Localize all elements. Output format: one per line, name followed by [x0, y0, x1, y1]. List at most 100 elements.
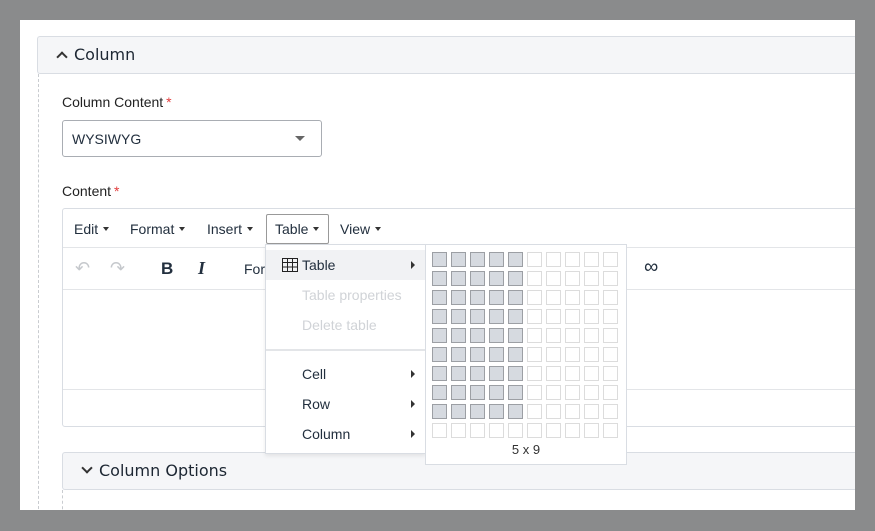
- menu-item-table[interactable]: Table: [266, 250, 425, 280]
- table-grid-cell[interactable]: [546, 290, 561, 305]
- table-grid-cell[interactable]: [603, 252, 618, 267]
- table-grid-cell[interactable]: [508, 385, 523, 400]
- table-grid-cell[interactable]: [565, 423, 580, 438]
- table-grid-cell[interactable]: [565, 290, 580, 305]
- table-grid-cell[interactable]: [603, 385, 618, 400]
- table-grid-cell[interactable]: [603, 271, 618, 286]
- table-grid-cell[interactable]: [470, 404, 485, 419]
- table-grid-cell[interactable]: [451, 385, 466, 400]
- table-grid-cell[interactable]: [432, 347, 447, 362]
- table-grid-cell[interactable]: [451, 366, 466, 381]
- italic-button[interactable]: I: [198, 258, 205, 279]
- table-grid-cell[interactable]: [470, 328, 485, 343]
- table-grid-cell[interactable]: [508, 290, 523, 305]
- table-grid-cell[interactable]: [584, 423, 599, 438]
- table-grid-cell[interactable]: [603, 347, 618, 362]
- table-grid-cell[interactable]: [432, 271, 447, 286]
- table-grid-cell[interactable]: [451, 347, 466, 362]
- table-grid-cell[interactable]: [565, 404, 580, 419]
- menu-table[interactable]: Table: [266, 214, 329, 244]
- table-grid-cell[interactable]: [527, 290, 542, 305]
- table-grid-cell[interactable]: [546, 385, 561, 400]
- table-grid-cell[interactable]: [489, 347, 504, 362]
- table-grid-cell[interactable]: [584, 328, 599, 343]
- table-grid-cell[interactable]: [470, 290, 485, 305]
- table-grid-cell[interactable]: [546, 328, 561, 343]
- table-grid-cell[interactable]: [546, 309, 561, 324]
- table-grid-cell[interactable]: [584, 271, 599, 286]
- table-grid-cell[interactable]: [451, 404, 466, 419]
- menu-format[interactable]: Format: [122, 214, 193, 244]
- table-grid-cell[interactable]: [451, 290, 466, 305]
- menu-item-column[interactable]: Column: [266, 419, 425, 449]
- table-grid-cell[interactable]: [565, 328, 580, 343]
- table-grid-cell[interactable]: [508, 328, 523, 343]
- table-grid-cell[interactable]: [470, 309, 485, 324]
- table-grid-cell[interactable]: [451, 309, 466, 324]
- table-grid-cell[interactable]: [470, 366, 485, 381]
- table-grid-cell[interactable]: [584, 290, 599, 305]
- table-grid-cell[interactable]: [489, 252, 504, 267]
- table-grid-cell[interactable]: [508, 347, 523, 362]
- table-grid-cell[interactable]: [470, 347, 485, 362]
- table-grid-cell[interactable]: [584, 252, 599, 267]
- table-grid-cell[interactable]: [565, 366, 580, 381]
- menu-insert[interactable]: Insert: [199, 214, 261, 244]
- table-grid-cell[interactable]: [546, 366, 561, 381]
- table-grid-cell[interactable]: [584, 309, 599, 324]
- table-grid-cell[interactable]: [546, 404, 561, 419]
- table-grid-cell[interactable]: [451, 271, 466, 286]
- table-grid-cell[interactable]: [470, 252, 485, 267]
- table-grid-cell[interactable]: [508, 423, 523, 438]
- table-grid-cell[interactable]: [565, 309, 580, 324]
- link-icon[interactable]: ∞: [644, 256, 658, 279]
- table-grid-cell[interactable]: [489, 309, 504, 324]
- table-grid-cell[interactable]: [603, 309, 618, 324]
- bold-button[interactable]: B: [161, 259, 173, 279]
- table-grid-cell[interactable]: [584, 385, 599, 400]
- table-grid-cell[interactable]: [584, 366, 599, 381]
- table-grid-cell[interactable]: [565, 252, 580, 267]
- table-grid-cell[interactable]: [546, 347, 561, 362]
- table-grid-cell[interactable]: [432, 366, 447, 381]
- table-grid-cell[interactable]: [508, 309, 523, 324]
- table-grid-cell[interactable]: [489, 271, 504, 286]
- table-grid-cell[interactable]: [432, 423, 447, 438]
- table-grid-cell[interactable]: [603, 423, 618, 438]
- table-grid-cell[interactable]: [508, 271, 523, 286]
- table-grid-cell[interactable]: [432, 328, 447, 343]
- undo-icon[interactable]: ↶: [75, 258, 90, 279]
- table-grid-cell[interactable]: [546, 271, 561, 286]
- table-grid-cell[interactable]: [546, 252, 561, 267]
- table-grid-cell[interactable]: [527, 328, 542, 343]
- menu-item-row[interactable]: Row: [266, 389, 425, 419]
- table-grid-cell[interactable]: [527, 366, 542, 381]
- table-grid-cell[interactable]: [432, 290, 447, 305]
- table-grid-cell[interactable]: [432, 252, 447, 267]
- table-grid-cell[interactable]: [527, 252, 542, 267]
- table-grid-cell[interactable]: [489, 423, 504, 438]
- table-grid-cell[interactable]: [432, 385, 447, 400]
- table-grid-cell[interactable]: [489, 385, 504, 400]
- table-grid-cell[interactable]: [527, 385, 542, 400]
- table-grid-cell[interactable]: [470, 385, 485, 400]
- table-grid-cell[interactable]: [603, 290, 618, 305]
- table-grid-cell[interactable]: [470, 271, 485, 286]
- table-grid-cell[interactable]: [451, 328, 466, 343]
- table-grid-cell[interactable]: [508, 252, 523, 267]
- table-grid-cell[interactable]: [603, 366, 618, 381]
- table-grid-cell[interactable]: [527, 271, 542, 286]
- table-grid-cell[interactable]: [565, 385, 580, 400]
- table-grid-cell[interactable]: [527, 309, 542, 324]
- table-grid-cell[interactable]: [527, 347, 542, 362]
- table-grid-cell[interactable]: [432, 309, 447, 324]
- table-grid-cell[interactable]: [565, 347, 580, 362]
- table-grid-cell[interactable]: [489, 404, 504, 419]
- table-grid-cell[interactable]: [603, 328, 618, 343]
- redo-icon[interactable]: ↷: [110, 258, 125, 279]
- table-grid-cell[interactable]: [546, 423, 561, 438]
- menu-view[interactable]: View: [332, 214, 389, 244]
- menu-item-cell[interactable]: Cell: [266, 359, 425, 389]
- table-grid-cell[interactable]: [584, 404, 599, 419]
- table-grid-cell[interactable]: [527, 404, 542, 419]
